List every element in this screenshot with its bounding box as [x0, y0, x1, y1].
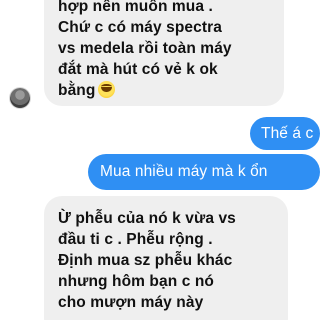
message-line-with-emoji: bằng: [58, 80, 270, 101]
outgoing-message-bubble[interactable]: Mua nhiều máy mà k ổn: [88, 154, 320, 190]
message-line: Mua nhiều máy mà k ổn: [100, 163, 268, 180]
message-line: hợp nên muốn mua .: [58, 0, 213, 15]
message-line: đầu ti c . Phễu rộng .: [58, 231, 213, 248]
incoming-message-bubble[interactable]: hợp nên muốn mua . Chứ c có máy spectra …: [44, 0, 284, 106]
chat-thread: hợp nên muốn mua . Chứ c có máy spectra …: [0, 0, 320, 320]
outgoing-message-bubble[interactable]: Thế á c: [250, 117, 320, 150]
laughing-emoji-icon: [98, 81, 116, 98]
message-line: đắt mà hút có vẻ k ok: [58, 61, 218, 78]
message-line: bằng: [58, 82, 96, 99]
message-line: cho mượn máy này: [58, 294, 204, 311]
message-line: nhưng hôm bạn c nó: [58, 273, 214, 290]
message-line: vs medela rồi toàn máy: [58, 40, 232, 57]
message-line: Chứ c có máy spectra: [58, 19, 222, 36]
contact-avatar[interactable]: [10, 88, 30, 108]
message-line: Thế á c: [261, 125, 314, 142]
incoming-message-bubble[interactable]: Ừ phễu của nó k vừa vs đầu ti c . Phễu r…: [44, 196, 288, 320]
message-line: Ừ phễu của nó k vừa vs: [58, 210, 236, 227]
message-line: Định mua sz phễu khác: [58, 252, 233, 269]
